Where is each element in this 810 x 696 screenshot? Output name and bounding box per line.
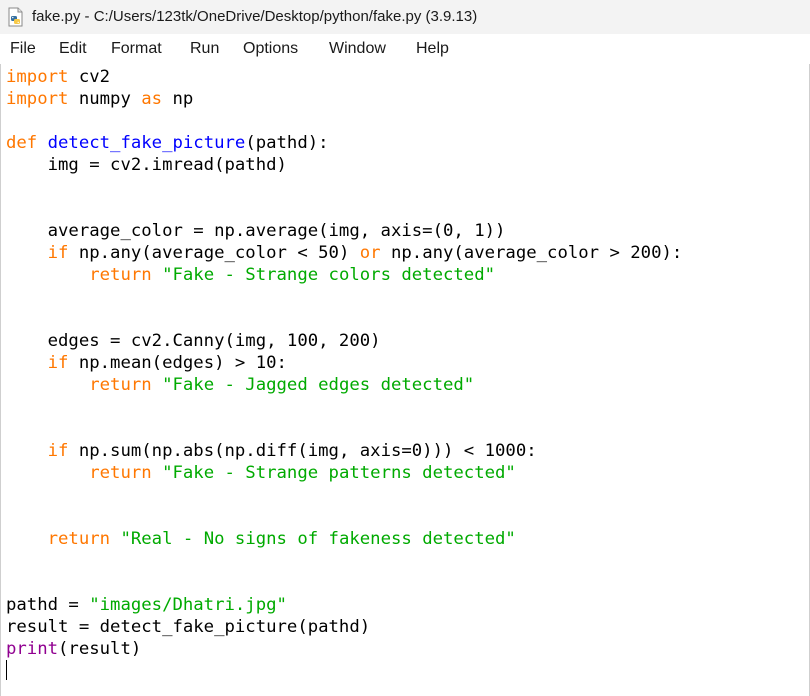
code-token: "images/Dhatri.jpg" [89, 595, 287, 615]
code-line: return "Fake - Jagged edges detected" [6, 374, 682, 396]
code-line: if np.mean(edges) > 10: [6, 352, 682, 374]
code-token: cv2 [68, 67, 111, 87]
code-line: edges = cv2.Canny(img, 100, 200) [6, 330, 682, 352]
code-token: if [47, 243, 69, 263]
idle-editor-window: fake.py - C:/Users/123tk/OneDrive/Deskto… [0, 0, 810, 696]
code-token: detect_fake_picture [47, 133, 246, 153]
code-line: return "Fake - Strange colors detected" [6, 264, 682, 286]
code-token: or [359, 243, 381, 263]
code-line: print(result) [6, 638, 682, 660]
code-line: ​ [6, 110, 682, 132]
code-line: ​ [6, 308, 682, 330]
code-token: if [47, 353, 69, 373]
code-line: ​ [6, 286, 682, 308]
menu-format[interactable]: Format [111, 40, 162, 58]
code-line: ​ [6, 484, 682, 506]
code-line: ​ [6, 396, 682, 418]
code-token: (result) [58, 639, 142, 659]
code-line: ​ [6, 550, 682, 572]
code-token: np.mean(edges) > 10: [68, 353, 287, 373]
code-line: ​ [6, 176, 682, 198]
code-token: print [6, 639, 59, 659]
code-line: return "Fake - Strange patterns detected… [6, 462, 682, 484]
menu-bar: File Edit Format Run Options Window Help [0, 34, 810, 64]
code-token: return [47, 529, 111, 549]
menu-run[interactable]: Run [190, 40, 219, 58]
code-line: result = detect_fake_picture(pathd) [6, 616, 682, 638]
text-cursor [6, 660, 7, 680]
code-token: average_color = np.average(img, axis=(0,… [6, 221, 506, 241]
window-title: fake.py - C:/Users/123tk/OneDrive/Deskto… [32, 8, 478, 25]
code-line: average_color = np.average(img, axis=(0,… [6, 220, 682, 242]
code-token: np [162, 89, 194, 109]
title-bar[interactable]: fake.py - C:/Users/123tk/OneDrive/Deskto… [0, 0, 810, 34]
menu-window[interactable]: Window [329, 40, 386, 58]
code-token: "Real - No signs of fakeness detected" [120, 529, 516, 549]
code-token: np.sum(np.abs(np.diff(img, axis=0))) < 1… [68, 441, 537, 461]
code-line: import cv2 [6, 66, 682, 88]
code-line: def detect_fake_picture(pathd): [6, 132, 682, 154]
code-token: "Fake - Jagged edges detected" [162, 375, 475, 395]
code-token: as [141, 89, 163, 109]
code-token: return [89, 375, 152, 395]
code-token: img = cv2.imread(pathd) [6, 155, 287, 175]
code-token: import [6, 89, 69, 109]
code-line: ​ [6, 506, 682, 528]
menu-file[interactable]: File [10, 40, 36, 58]
menu-edit[interactable]: Edit [59, 40, 87, 58]
code-line: return "Real - No signs of fakeness dete… [6, 528, 682, 550]
code-line: if np.sum(np.abs(np.diff(img, axis=0))) … [6, 440, 682, 462]
code-line: ​ [6, 418, 682, 440]
code-token: def [6, 133, 38, 153]
code-token: (pathd): [245, 133, 329, 153]
editor-border-left [0, 64, 1, 696]
code-line: img = cv2.imread(pathd) [6, 154, 682, 176]
code-line: ​ [6, 198, 682, 220]
code-token: pathd = [6, 595, 90, 615]
code-token: return [89, 463, 152, 483]
code-text[interactable]: import cv2import numpy as np​def detect_… [6, 66, 682, 660]
code-line: ​ [6, 572, 682, 594]
code-token: "Fake - Strange patterns detected" [162, 463, 516, 483]
code-line: pathd = "images/Dhatri.jpg" [6, 594, 682, 616]
code-token: if [47, 441, 69, 461]
menu-options[interactable]: Options [243, 40, 298, 58]
code-token: import [6, 67, 69, 87]
code-token: np.any(average_color < 50) [68, 243, 360, 263]
code-token: numpy [68, 89, 142, 109]
python-file-icon [6, 7, 26, 27]
code-token: return [89, 265, 152, 285]
code-line: if np.any(average_color < 50) or np.any(… [6, 242, 683, 264]
code-token: edges = cv2.Canny(img, 100, 200) [6, 331, 381, 351]
menu-help[interactable]: Help [416, 40, 449, 58]
code-line: import numpy as np [6, 88, 682, 110]
code-token: result = detect_fake_picture(pathd) [6, 617, 371, 637]
code-token: "Fake - Strange colors detected" [162, 265, 496, 285]
code-token: np.any(average_color > 200): [380, 243, 683, 263]
